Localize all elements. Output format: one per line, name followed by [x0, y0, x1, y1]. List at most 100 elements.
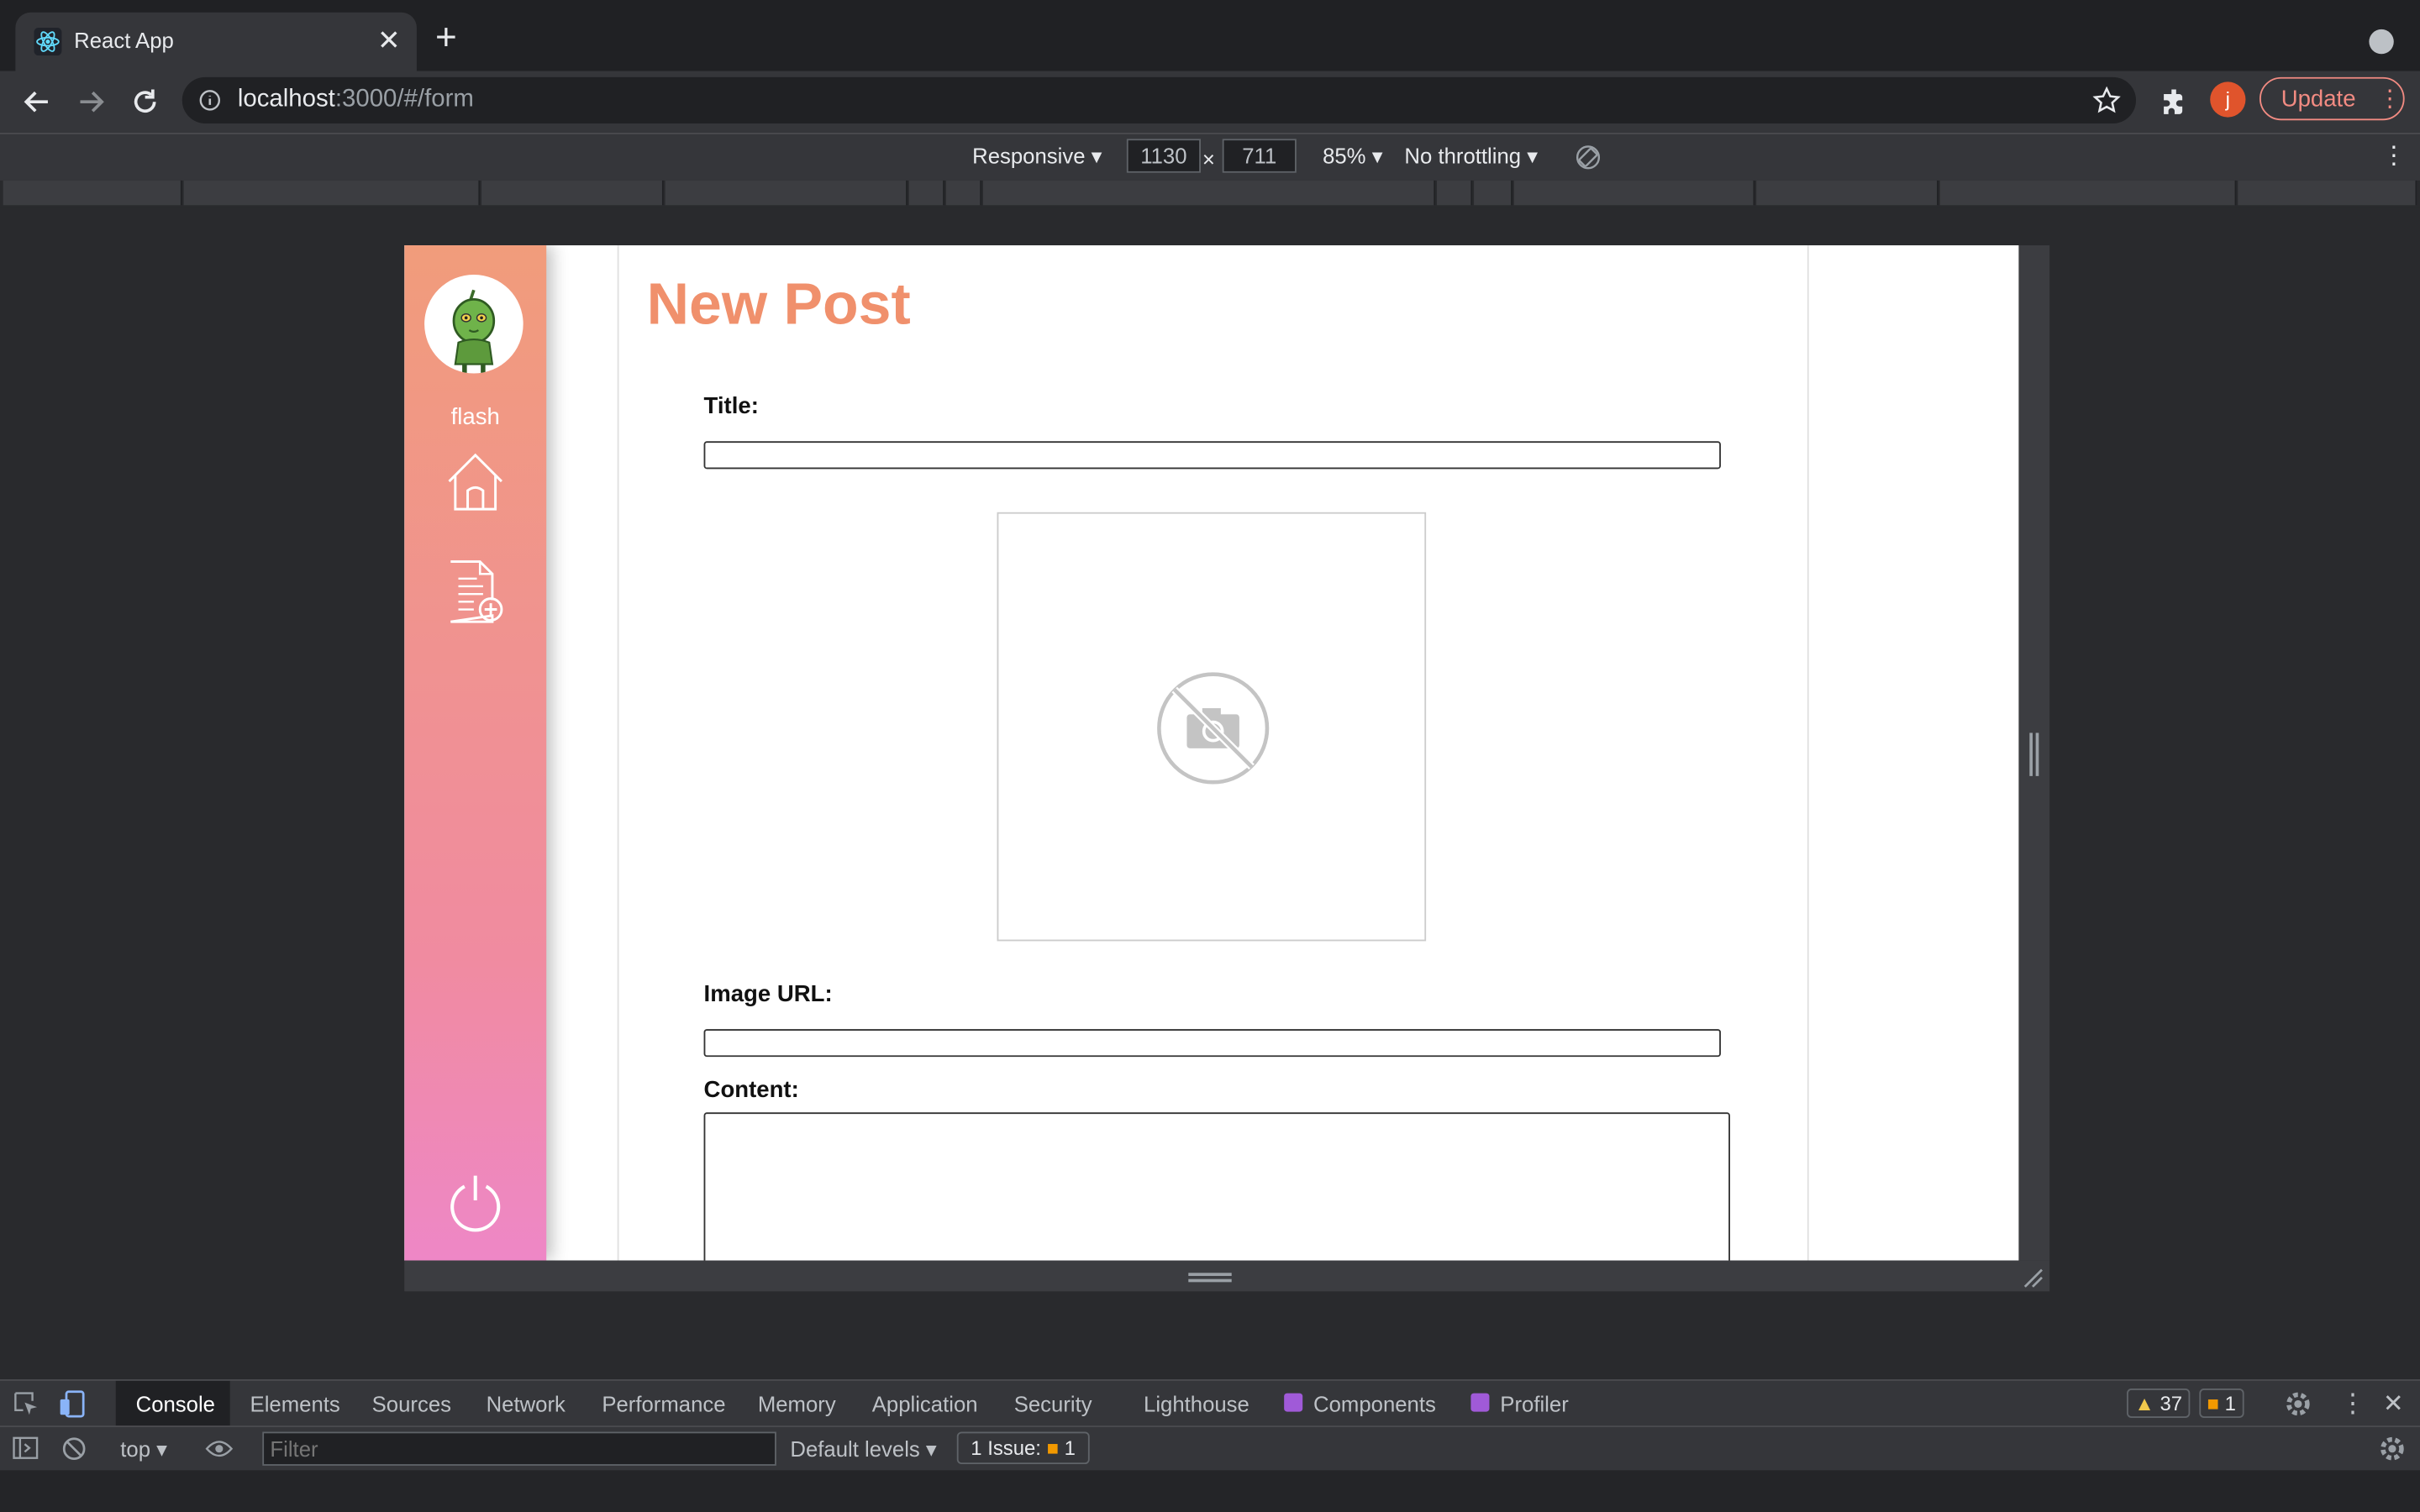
grip-line — [2035, 732, 2039, 776]
media-query-segment[interactable] — [665, 180, 908, 206]
reload-icon[interactable] — [128, 85, 161, 118]
username: flash — [450, 404, 500, 431]
device-toggle-icon[interactable] — [59, 1390, 87, 1418]
resize-handle-right[interactable] — [2018, 245, 2050, 1261]
console-settings-icon[interactable] — [2378, 1435, 2406, 1462]
devtools-tab-elements[interactable]: Elements — [250, 1392, 340, 1416]
content-textarea[interactable] — [703, 1112, 1730, 1261]
home-icon[interactable] — [446, 450, 505, 512]
browser-tab[interactable]: React App ✕ — [15, 12, 417, 71]
issues-badge[interactable]: ■ 1 — [2199, 1389, 2244, 1418]
media-query-segment[interactable] — [1939, 180, 2237, 206]
issue-icon: ■ — [2207, 1391, 2219, 1415]
image-url-input[interactable] — [703, 1029, 1721, 1058]
content-label: Content: — [703, 1077, 799, 1104]
media-query-segment[interactable] — [1756, 180, 1939, 206]
zoom-select[interactable]: 85% ▾ — [1323, 144, 1383, 170]
image-preview — [997, 512, 1427, 942]
media-query-segment[interactable] — [2238, 180, 2417, 206]
devtools-tab-console[interactable]: Console — [136, 1392, 215, 1416]
viewport-width-input[interactable]: 1130 — [1126, 139, 1201, 173]
issue-label: 1 Issue: — [971, 1436, 1041, 1460]
react-profiler-icon — [1470, 1393, 1490, 1412]
devtools-tab-lighthouse[interactable]: Lighthouse — [1144, 1392, 1249, 1416]
image-url-label: Image URL: — [703, 981, 833, 1008]
power-icon[interactable] — [446, 1173, 505, 1234]
bookmark-star-icon[interactable] — [2092, 86, 2121, 114]
tab-search-icon[interactable] — [2369, 29, 2394, 55]
log-levels-select[interactable]: Default levels ▾ — [790, 1436, 936, 1462]
close-devtools-icon[interactable]: ✕ — [2383, 1389, 2404, 1420]
devtools-tab-application[interactable]: Application — [872, 1392, 978, 1416]
device-select[interactable]: Responsive ▾ — [972, 144, 1102, 170]
devtools-tab-profiler[interactable]: Profiler — [1500, 1392, 1568, 1416]
grip-line — [1188, 1278, 1232, 1283]
media-query-segment[interactable] — [481, 180, 664, 206]
resize-handle-bottom[interactable] — [404, 1260, 2050, 1292]
device-more-icon[interactable]: ⋮ — [2381, 140, 2406, 171]
media-query-segment[interactable] — [3, 180, 182, 206]
url-text: localhost:3000/#/form — [238, 87, 474, 114]
menu-kebab-icon[interactable]: ⋮ — [2378, 79, 2402, 122]
update-label: Update — [2281, 86, 2356, 113]
info-icon[interactable] — [199, 90, 221, 112]
post-form-card: New Post Title: Image URL: Content: — [617, 245, 1809, 1261]
console-toolbar: top ▾ Default levels ▾ 1 Issue: ■ 1 — [0, 1425, 2420, 1471]
title-input[interactable] — [703, 441, 1721, 470]
media-query-segment[interactable] — [983, 180, 1436, 206]
media-query-segment[interactable] — [183, 180, 481, 206]
media-query-segment[interactable] — [1513, 180, 1755, 206]
devtools-tab-security[interactable]: Security — [1014, 1392, 1092, 1416]
new-post-icon[interactable] — [446, 560, 505, 625]
filter-input[interactable] — [262, 1431, 776, 1466]
app-sidebar: flash — [404, 245, 547, 1261]
devtools-more-icon[interactable]: ⋮ — [2339, 1389, 2365, 1420]
throttling-select[interactable]: No throttling ▾ — [1404, 144, 1538, 170]
url-host: localhost — [237, 86, 335, 113]
devtools-tab-performance[interactable]: Performance — [602, 1392, 725, 1416]
filter-text[interactable] — [264, 1433, 771, 1465]
media-query-segment[interactable] — [945, 180, 982, 206]
devtools-tab-network[interactable]: Network — [487, 1392, 566, 1416]
issues-count: 1 — [2224, 1391, 2236, 1415]
back-icon[interactable] — [20, 85, 54, 118]
new-tab-icon[interactable]: + — [435, 19, 457, 57]
grip-line — [2029, 732, 2033, 776]
user-avatar[interactable] — [424, 274, 523, 374]
sidebar-toggle-icon[interactable] — [13, 1436, 39, 1460]
forward-icon[interactable] — [74, 85, 108, 118]
context-select[interactable]: top ▾ — [120, 1436, 167, 1462]
address-bar[interactable]: localhost:3000/#/form — [182, 76, 2137, 123]
rotate-icon[interactable] — [1574, 144, 1602, 171]
devtools-tab-sources[interactable]: Sources — [372, 1392, 451, 1416]
profile-avatar[interactable]: j — [2210, 81, 2246, 118]
console-output[interactable] — [0, 1470, 2420, 1512]
settings-gear-icon[interactable] — [2284, 1390, 2312, 1418]
tab-title: React App — [74, 28, 174, 53]
react-components-icon — [1284, 1393, 1303, 1412]
media-query-segment[interactable] — [1474, 180, 1513, 206]
devtools-tab-memory[interactable]: Memory — [758, 1392, 836, 1416]
close-tab-icon[interactable]: ✕ — [373, 24, 404, 57]
media-query-bar — [0, 180, 2420, 208]
devtools-tab-components[interactable]: Components — [1313, 1392, 1436, 1416]
tab-strip: React App ✕ + — [0, 0, 2420, 71]
eye-icon[interactable] — [205, 1438, 234, 1460]
warnings-count: 37 — [2160, 1391, 2183, 1415]
issues-link[interactable]: 1 Issue: ■ 1 — [956, 1431, 1090, 1465]
update-button[interactable]: Update ⋮ — [2259, 76, 2405, 122]
viewport-height-input[interactable]: 711 — [1222, 139, 1297, 173]
browser-toolbar: localhost:3000/#/form j Update ⋮ — [0, 71, 2420, 133]
media-query-segment[interactable] — [908, 180, 945, 206]
clear-console-icon[interactable] — [61, 1436, 86, 1461]
device-toolbar: Responsive ▾ 1130 × 711 85% ▾ No throttl… — [0, 132, 2420, 182]
grip-line — [1188, 1273, 1232, 1276]
extensions-icon[interactable] — [2160, 87, 2191, 118]
no-image-icon — [1157, 672, 1270, 785]
resize-corner-icon[interactable] — [2022, 1267, 2044, 1289]
title-label: Title: — [703, 393, 759, 420]
warnings-badge[interactable]: ▲ 37 — [2127, 1389, 2191, 1418]
inspect-element-icon[interactable] — [14, 1392, 39, 1416]
issue-link-count: 1 — [1064, 1436, 1076, 1460]
media-query-segment[interactable] — [1437, 180, 1473, 206]
